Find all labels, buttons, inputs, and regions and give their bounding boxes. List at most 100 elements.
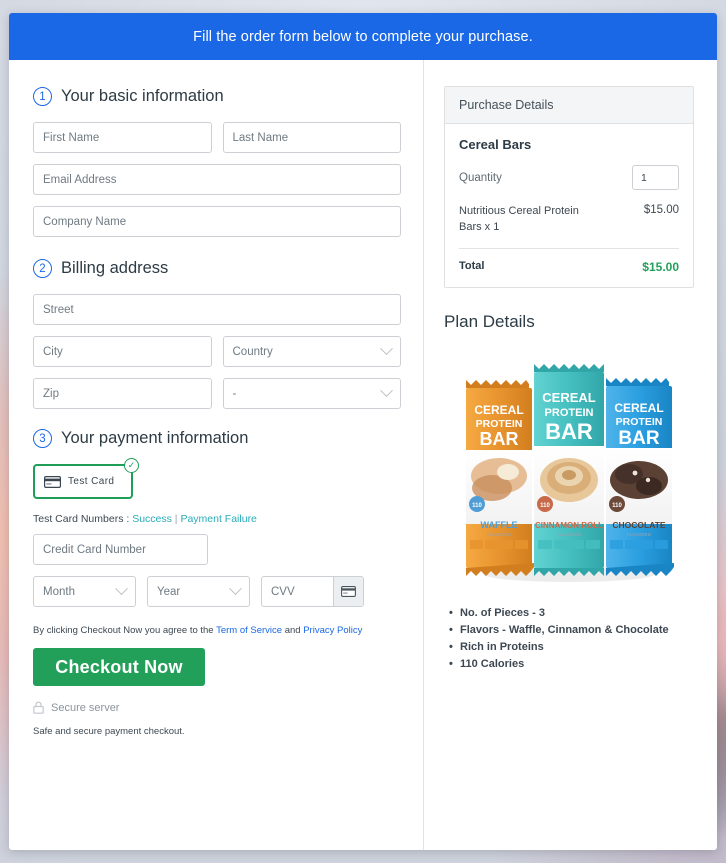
success-link[interactable]: Success xyxy=(132,513,172,525)
company-row: Company Name xyxy=(33,206,401,237)
credit-card-icon xyxy=(44,475,61,488)
country-select-value: Country xyxy=(232,345,273,358)
expiry-year-value: Year xyxy=(157,585,181,598)
step-number-1: 1 xyxy=(33,87,52,106)
section-payment-information: 3 Your payment information xyxy=(33,429,401,448)
test-card-label: Test Card xyxy=(68,476,115,487)
feature-item: 110 Calories xyxy=(449,656,694,673)
terms-of-service-link[interactable]: Term of Service xyxy=(216,625,282,636)
city-country-row: City Country xyxy=(33,336,401,367)
section-basic-information: 1 Your basic information xyxy=(33,87,401,106)
name-row: First Name Last Name xyxy=(33,122,401,153)
step-number-2: 2 xyxy=(33,259,52,278)
section-title-billing: Billing address xyxy=(61,259,169,277)
svg-text:110: 110 xyxy=(612,503,622,509)
svg-text:CHOCOLATE: CHOCOLATE xyxy=(612,520,666,530)
plan-details-title: Plan Details xyxy=(444,311,535,331)
expiry-cvv-row: Month Year CVV xyxy=(33,576,401,607)
quantity-label: Quantity xyxy=(459,171,502,184)
svg-text:110: 110 xyxy=(472,503,482,509)
product-image-cereal-bars: CEREAL PROTEIN BAR 110 WAFFLE FLAVORED C… xyxy=(466,363,674,582)
secure-server-row: Secure server xyxy=(33,701,401,714)
form-column: 1 Your basic information First Name Last… xyxy=(9,60,424,850)
product-name: Cereal Bars xyxy=(459,137,532,152)
zip-state-row: Zip - xyxy=(33,378,401,409)
quantity-row: Quantity 1 xyxy=(459,165,679,190)
feature-item: No. of Pieces - 3 xyxy=(449,605,694,622)
total-amount: $15.00 xyxy=(642,259,679,274)
svg-text:FLAVORED: FLAVORED xyxy=(487,532,512,537)
chevron-down-icon xyxy=(115,582,128,596)
first-name-input[interactable]: First Name xyxy=(33,122,212,153)
expiry-month-select[interactable]: Month xyxy=(33,576,136,607)
line-item-amount: $15.00 xyxy=(643,204,679,216)
payment-failure-link[interactable]: Payment Failure xyxy=(180,513,256,525)
page-banner: Fill the order form below to complete yo… xyxy=(9,13,717,60)
purchase-details-card: Purchase Details Cereal Bars Quantity 1 … xyxy=(444,86,694,288)
total-row: Total $15.00 xyxy=(459,249,679,274)
checkout-card: Fill the order form below to complete yo… xyxy=(9,13,717,850)
check-circle-icon: ✓ xyxy=(124,458,139,473)
svg-text:CEREAL: CEREAL xyxy=(614,401,663,415)
test-card-numbers-line: Test Card Numbers : Success | Payment Fa… xyxy=(33,513,401,525)
street-input[interactable]: Street xyxy=(33,294,401,325)
city-input[interactable]: City xyxy=(33,336,212,367)
purchase-details-header: Purchase Details xyxy=(445,87,693,124)
expiry-year-select[interactable]: Year xyxy=(147,576,250,607)
svg-text:PROTEIN: PROTEIN xyxy=(545,407,594,419)
chevron-down-icon xyxy=(380,342,393,356)
plan-features-list: No. of Pieces - 3 Flavors - Waffle, Cinn… xyxy=(444,605,694,673)
step-number-3: 3 xyxy=(33,429,52,448)
section-billing-address: 2 Billing address xyxy=(33,259,401,278)
chevron-down-icon xyxy=(380,384,393,398)
checkout-body: 1 Your basic information First Name Last… xyxy=(9,60,717,850)
email-row: Email Address xyxy=(33,164,401,195)
terms-agreement-text: By clicking Checkout Now you agree to th… xyxy=(33,625,401,636)
section-title-basic: Your basic information xyxy=(61,87,224,105)
test-card-option[interactable]: Test Card ✓ xyxy=(33,458,139,499)
privacy-policy-link[interactable]: Privacy Policy xyxy=(303,625,362,636)
street-row: Street xyxy=(33,294,401,325)
svg-text:CINNAMON ROLL: CINNAMON ROLL xyxy=(535,521,603,530)
checkout-now-button[interactable]: Checkout Now xyxy=(33,648,205,686)
purchase-details-body: Cereal Bars Quantity 1 Nutritious Cereal… xyxy=(445,124,693,287)
cvv-card-icon xyxy=(333,577,363,606)
last-name-input[interactable]: Last Name xyxy=(222,122,401,153)
svg-text:110: 110 xyxy=(540,503,550,509)
line-item-description: Nutritious Cereal Protein Bars x 1 xyxy=(459,205,579,233)
svg-text:FLAVORED: FLAVORED xyxy=(557,532,582,537)
cvv-field-group[interactable]: CVV xyxy=(261,576,364,607)
feature-item: Flavors - Waffle, Cinnamon & Chocolate xyxy=(449,622,694,639)
cvv-input[interactable]: CVV xyxy=(262,586,333,598)
zip-input[interactable]: Zip xyxy=(33,378,212,409)
company-input[interactable]: Company Name xyxy=(33,206,401,237)
test-numbers-label: Test Card Numbers : xyxy=(33,513,133,525)
svg-text:BAR: BAR xyxy=(480,429,519,449)
total-label: Total xyxy=(459,259,485,272)
lock-icon xyxy=(33,701,44,714)
svg-text:CEREAL: CEREAL xyxy=(474,403,523,417)
terms-prefix: By clicking Checkout Now you agree to th… xyxy=(33,625,217,636)
feature-item: Rich in Proteins xyxy=(449,639,694,656)
chevron-down-icon xyxy=(229,582,242,596)
svg-text:FLAVORED: FLAVORED xyxy=(627,532,652,537)
secure-server-label: Secure server xyxy=(51,701,120,714)
email-input[interactable]: Email Address xyxy=(33,164,401,195)
country-select[interactable]: Country xyxy=(222,336,401,367)
payment-section: 3 Your payment information Test Card ✓ T… xyxy=(33,429,401,737)
expiry-month-value: Month xyxy=(43,585,75,598)
svg-text:BAR: BAR xyxy=(618,428,659,449)
svg-text:PROTEIN: PROTEIN xyxy=(616,416,663,428)
quantity-input[interactable]: 1 xyxy=(632,165,679,190)
line-item-row: Nutritious Cereal Protein Bars x 1 $15.0… xyxy=(459,204,679,249)
summary-column: Purchase Details Cereal Bars Quantity 1 … xyxy=(424,60,716,850)
safe-checkout-note: Safe and secure payment checkout. xyxy=(33,726,185,737)
credit-card-number-input[interactable]: Credit Card Number xyxy=(33,534,208,565)
svg-text:WAFFLE: WAFFLE xyxy=(481,520,518,530)
section-title-payment: Your payment information xyxy=(61,429,249,447)
svg-text:BAR: BAR xyxy=(545,419,593,444)
state-select[interactable]: - xyxy=(222,378,401,409)
state-select-value: - xyxy=(232,387,237,400)
svg-text:CEREAL: CEREAL xyxy=(542,390,596,405)
terms-middle: and xyxy=(282,625,304,636)
